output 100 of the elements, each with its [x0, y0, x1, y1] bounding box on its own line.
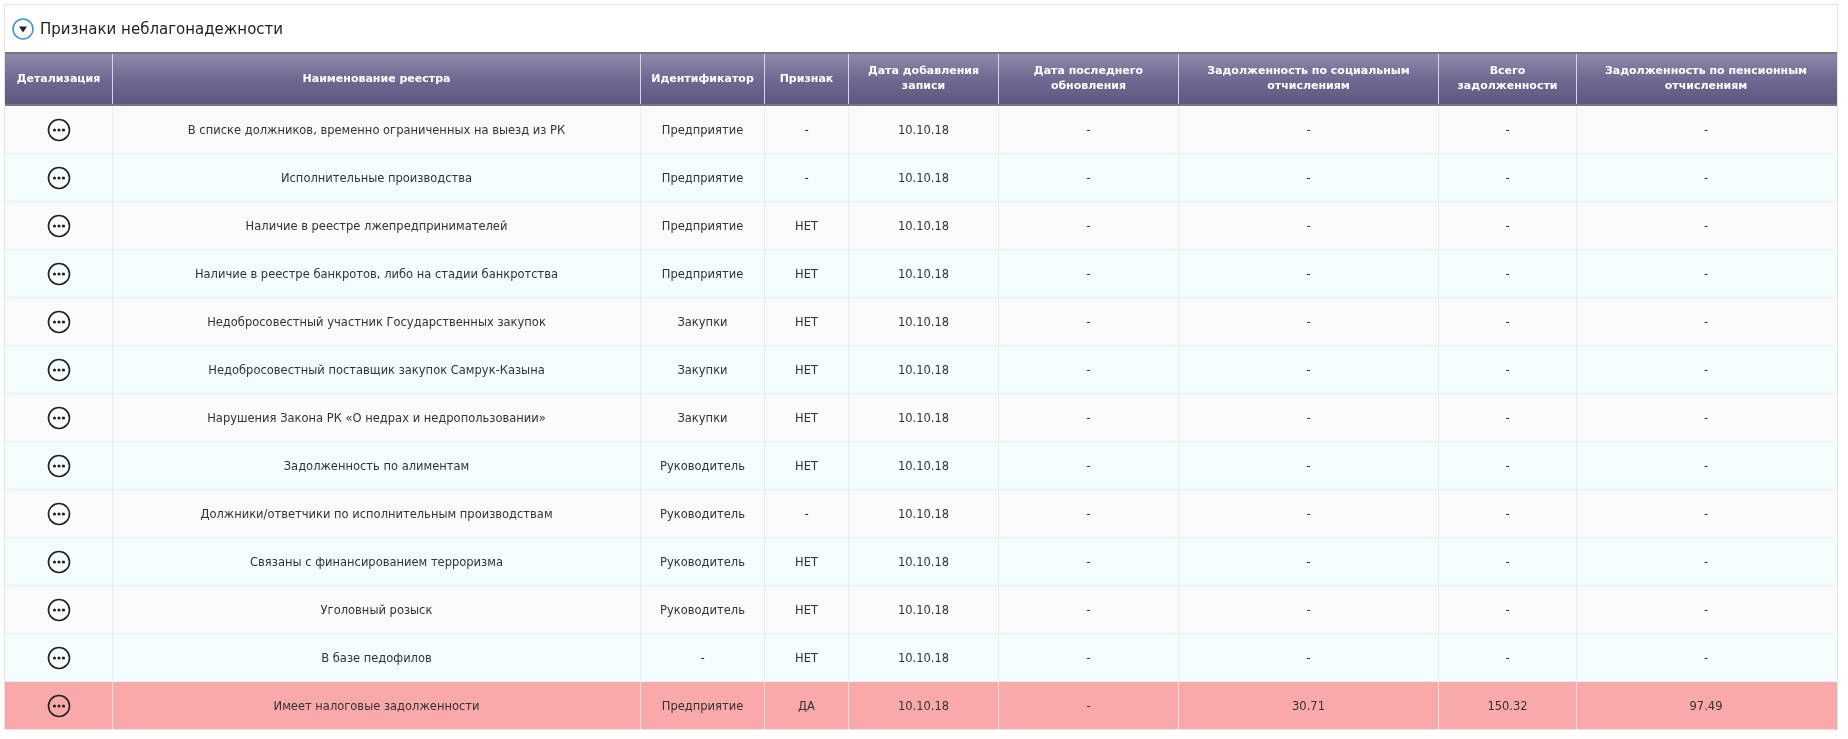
table-cell: -	[804, 170, 809, 185]
table-cell: НЕТ	[795, 362, 818, 377]
details-button[interactable]	[46, 549, 71, 574]
table-cell: -	[1306, 410, 1311, 425]
table-cell: НЕТ	[795, 458, 818, 473]
table-cell: НЕТ	[795, 266, 818, 281]
table-cell: Наличие в реестре лжепредпринимателей	[245, 218, 508, 233]
details-button[interactable]	[46, 645, 71, 670]
table-cell: 10.10.18	[897, 650, 950, 665]
table-cell: -	[1306, 170, 1311, 185]
column-header: Наименование реестра	[302, 71, 451, 87]
details-button[interactable]	[46, 597, 71, 622]
table-cell: Руководитель	[660, 458, 745, 473]
more-icon	[46, 549, 71, 574]
details-button[interactable]	[46, 213, 71, 238]
table-cell: -	[1086, 314, 1091, 329]
table-cell: Недобросовестный поставщик закупок Самрук-Казына	[208, 362, 545, 377]
table-cell: -	[1086, 458, 1091, 473]
table-cell: -	[1086, 554, 1091, 569]
table-cell: 10.10.18	[897, 458, 950, 473]
table-cell: -	[1086, 122, 1091, 137]
more-icon	[46, 357, 71, 382]
more-icon	[46, 405, 71, 430]
table-cell: -	[1703, 650, 1709, 665]
table-cell: -	[1703, 506, 1709, 521]
table-cell: -	[1086, 650, 1091, 665]
table-cell: Должники/ответчики по исполнительным производствам	[200, 506, 553, 521]
table-cell: -	[1703, 122, 1709, 137]
details-button[interactable]	[46, 357, 71, 382]
details-button[interactable]	[46, 309, 71, 334]
table-cell: -	[1306, 602, 1311, 617]
column-header: Задолженность по пенсионным отчислениям	[1603, 64, 1809, 94]
table-cell: Предприятие	[661, 170, 744, 185]
more-icon	[46, 261, 71, 286]
table-cell: В списке должников, временно ограниченных на выезд из РК	[187, 122, 566, 137]
table-cell: -	[1505, 218, 1510, 233]
table-cell: -	[804, 506, 809, 521]
column-header: Идентификатор	[651, 71, 754, 87]
table-cell: НЕТ	[795, 554, 818, 569]
column-header: Задолженность по социальным отчислениям	[1206, 64, 1411, 94]
table-cell: -	[1306, 266, 1311, 281]
table-cell: -	[1505, 266, 1510, 281]
table-cell: -	[1306, 314, 1311, 329]
collapse-toggle[interactable]	[12, 17, 34, 40]
table-cell: -	[1505, 314, 1510, 329]
table-cell: Уголовный розыск	[320, 602, 433, 617]
details-button[interactable]	[46, 693, 71, 718]
table-cell: Предприятие	[661, 122, 744, 137]
more-icon	[46, 213, 71, 238]
table-cell: Задолженность по алиментам	[283, 458, 470, 473]
details-button[interactable]	[46, 117, 71, 142]
table-cell: -	[1505, 122, 1510, 137]
table-cell: -	[1703, 266, 1709, 281]
details-button[interactable]	[46, 405, 71, 430]
table-cell: -	[1306, 650, 1311, 665]
table-cell: -	[1306, 122, 1311, 137]
table-cell: НЕТ	[795, 410, 818, 425]
details-button[interactable]	[46, 501, 71, 526]
more-icon	[46, 453, 71, 478]
table-cell: 10.10.18	[897, 170, 950, 185]
details-button[interactable]	[46, 261, 71, 286]
table-cell: -	[1505, 170, 1510, 185]
table-cell: НЕТ	[795, 314, 818, 329]
table-cell: -	[1505, 410, 1510, 425]
table-cell: 10.10.18	[897, 698, 950, 713]
table-cell: -	[1306, 458, 1311, 473]
table-cell: -	[1086, 362, 1091, 377]
table-cell: -	[1703, 362, 1709, 377]
table-cell: -	[1086, 410, 1091, 425]
details-button[interactable]	[46, 165, 71, 190]
panel-title: Признаки неблагонадежности	[40, 19, 284, 38]
more-icon	[46, 309, 71, 334]
table-cell: -	[1306, 506, 1311, 521]
table-cell: -	[1086, 698, 1091, 713]
details-button[interactable]	[46, 453, 71, 478]
table-cell: -	[1703, 554, 1709, 569]
table-cell: -	[1505, 554, 1510, 569]
table-cell: Руководитель	[660, 554, 745, 569]
more-icon	[46, 117, 71, 142]
table-cell: -	[1703, 314, 1709, 329]
table-cell: -	[1505, 362, 1510, 377]
table-cell: НЕТ	[795, 218, 818, 233]
table-cell: 10.10.18	[897, 218, 950, 233]
table-cell: -	[1086, 218, 1091, 233]
table-cell: 10.10.18	[897, 362, 950, 377]
table-cell: -	[1505, 650, 1510, 665]
table-cell: -	[1306, 218, 1311, 233]
table-cell: Предприятие	[661, 218, 744, 233]
table-cell: НЕТ	[795, 650, 818, 665]
table-cell: Нарушения Закона РК «О недрах и недропользовании»	[207, 410, 546, 425]
table-cell: -	[1086, 266, 1091, 281]
column-header: Дата добавления записи	[866, 64, 981, 94]
table-cell: -	[1306, 554, 1311, 569]
table-cell: 10.10.18	[897, 314, 950, 329]
caret-down-icon	[12, 17, 34, 40]
table-cell: -	[1505, 506, 1510, 521]
table-cell: -	[1306, 362, 1311, 377]
more-icon	[46, 501, 71, 526]
table-cell: Связаны с финансированием терроризма	[250, 554, 503, 569]
column-header: Детализация	[16, 71, 101, 87]
